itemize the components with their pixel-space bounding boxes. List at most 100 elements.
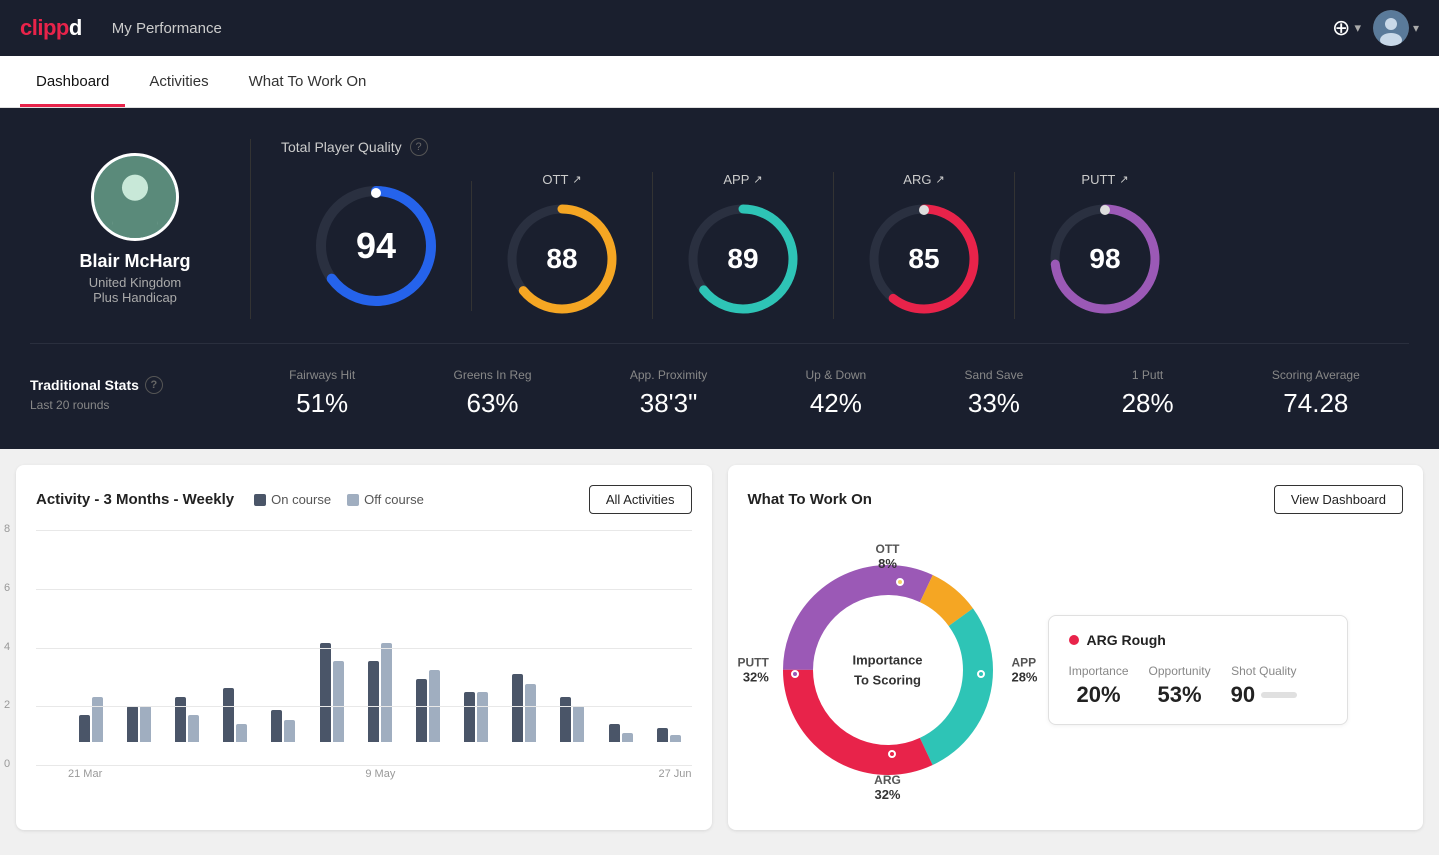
arg-donut-label: ARG 32% (874, 773, 901, 802)
add-button[interactable]: ⊕ ▾ (1332, 15, 1361, 41)
view-dashboard-button[interactable]: View Dashboard (1274, 485, 1403, 514)
ott-donut-label: OTT 8% (876, 542, 900, 571)
header-left: clippd My Performance (20, 15, 222, 41)
app-label: APP ↗ (723, 172, 762, 187)
bar-light (140, 706, 151, 742)
player-name: Blair McHarg (79, 251, 190, 272)
plus-circle-icon: ⊕ (1332, 15, 1350, 41)
app-trend-icon: ↗ (753, 173, 762, 186)
shot-quality-value-row: 90 (1231, 682, 1297, 708)
sandsave-value: 33% (968, 388, 1020, 419)
quality-header: Total Player Quality ? (281, 138, 1389, 156)
bar-dark (127, 706, 138, 742)
activity-header-left: Activity - 3 Months - Weekly On course O… (36, 491, 424, 508)
bar-light (188, 715, 199, 742)
bar-group (68, 697, 113, 742)
bar-dark (223, 688, 234, 742)
putt-gauge-wrapper: PUTT ↗ 98 (1015, 172, 1195, 319)
grid-label-4: 4 (4, 641, 10, 653)
bar-dark (79, 715, 90, 742)
bar-dark (416, 679, 427, 742)
user-menu[interactable]: ▾ (1373, 10, 1419, 46)
on-course-dot (254, 494, 266, 506)
sandsave-label: Sand Save (965, 368, 1024, 382)
bar-dark (657, 728, 668, 742)
bar-light (236, 724, 247, 742)
player-metrics: Blair McHarg United Kingdom Plus Handica… (30, 138, 1409, 319)
scoring-value: 74.28 (1283, 388, 1348, 419)
detail-card: ARG Rough Importance 20% Opportunity 53%… (1048, 615, 1348, 725)
oneputt-label: 1 Putt (1132, 368, 1163, 382)
quality-gauges: 94 OTT ↗ 88 (281, 172, 1389, 319)
wtwon-header: What To Work On View Dashboard (748, 485, 1404, 514)
tabs-bar: Dashboard Activities What To Work On (0, 56, 1439, 108)
bar-dark (512, 674, 523, 742)
bar-dark (560, 697, 571, 742)
metrics-divider (250, 139, 251, 319)
putt-label: PUTT ↗ (1081, 172, 1128, 187)
x-label-1: 21 Mar (68, 768, 102, 780)
bar-light (381, 643, 392, 742)
bar-dark (609, 724, 620, 742)
grid-label-6: 6 (4, 582, 10, 594)
tab-dashboard[interactable]: Dashboard (20, 59, 125, 107)
arg-gauge: 85 (864, 199, 984, 319)
arg-rough-dot (1069, 635, 1079, 645)
app-value: 89 (727, 243, 758, 275)
arg-trend-icon: ↗ (935, 173, 944, 186)
arg-label: ARG ↗ (903, 172, 944, 187)
fairways-value: 51% (296, 388, 348, 419)
bar-light (622, 733, 633, 742)
bar-chart: 8 6 4 2 0 21 Mar 9 May 27 Jun (36, 530, 692, 790)
stat-greens: Greens In Reg 63% (453, 368, 531, 419)
traditional-stats: Traditional Stats ? Last 20 rounds Fairw… (30, 343, 1409, 419)
tab-what-to-work-on[interactable]: What To Work On (233, 59, 383, 107)
avatar (1373, 10, 1409, 46)
avatar (91, 153, 179, 241)
tab-activities[interactable]: Activities (133, 59, 224, 107)
player-info: Blair McHarg United Kingdom Plus Handica… (30, 153, 240, 305)
activity-title: Activity - 3 Months - Weekly (36, 491, 234, 508)
fairways-label: Fairways Hit (289, 368, 355, 382)
app-donut-label: APP 28% (1011, 656, 1037, 685)
putt-value: 98 (1089, 243, 1120, 275)
trad-subtitle: Last 20 rounds (30, 398, 220, 412)
greens-label: Greens In Reg (453, 368, 531, 382)
ott-gauge: 88 (502, 199, 622, 319)
bar-dark (271, 710, 282, 742)
header-right: ⊕ ▾ ▾ (1332, 10, 1419, 46)
user-dropdown-icon: ▾ (1413, 21, 1419, 35)
ott-gauge-wrapper: OTT ↗ 88 (472, 172, 653, 319)
putt-donut-label: PUTT 32% (738, 656, 769, 685)
stat-fairways: Fairways Hit 51% (289, 368, 355, 419)
stats-banner: Blair McHarg United Kingdom Plus Handica… (0, 108, 1439, 449)
activity-panel-header: Activity - 3 Months - Weekly On course O… (36, 485, 692, 514)
x-label-2: 9 May (365, 768, 395, 780)
wtwon-title: What To Work On (748, 491, 872, 508)
stat-updown: Up & Down 42% (806, 368, 867, 419)
updown-label: Up & Down (806, 368, 867, 382)
bar-group (646, 728, 691, 742)
activity-panel: Activity - 3 Months - Weekly On course O… (16, 465, 712, 830)
help-icon[interactable]: ? (410, 138, 428, 156)
quality-title: Total Player Quality (281, 139, 402, 155)
player-country: United Kingdom (89, 275, 182, 290)
bar-group (405, 670, 450, 742)
trad-help-icon[interactable]: ? (145, 376, 163, 394)
logo[interactable]: clippd (20, 15, 82, 41)
ott-value: 88 (546, 243, 577, 275)
app-gauge-wrapper: APP ↗ 89 (653, 172, 834, 319)
importance-metric: Importance 20% (1069, 664, 1129, 708)
stat-proximity: App. Proximity 38'3" (630, 368, 707, 419)
grid-label-8: 8 (4, 523, 10, 535)
shot-quality-bar (1261, 692, 1297, 698)
bar-light (573, 706, 584, 742)
what-to-work-on-panel: What To Work On View Dashboard (728, 465, 1424, 830)
donut-section: Importance To Scoring OTT 8% APP 28% ARG… (748, 530, 1404, 810)
donut-wrapper: Importance To Scoring OTT 8% APP 28% ARG… (748, 530, 1028, 810)
bar-group (454, 692, 499, 742)
bar-group (550, 697, 595, 742)
arg-value: 85 (908, 243, 939, 275)
all-activities-button[interactable]: All Activities (589, 485, 692, 514)
shot-quality-metric: Shot Quality 90 (1231, 664, 1297, 708)
